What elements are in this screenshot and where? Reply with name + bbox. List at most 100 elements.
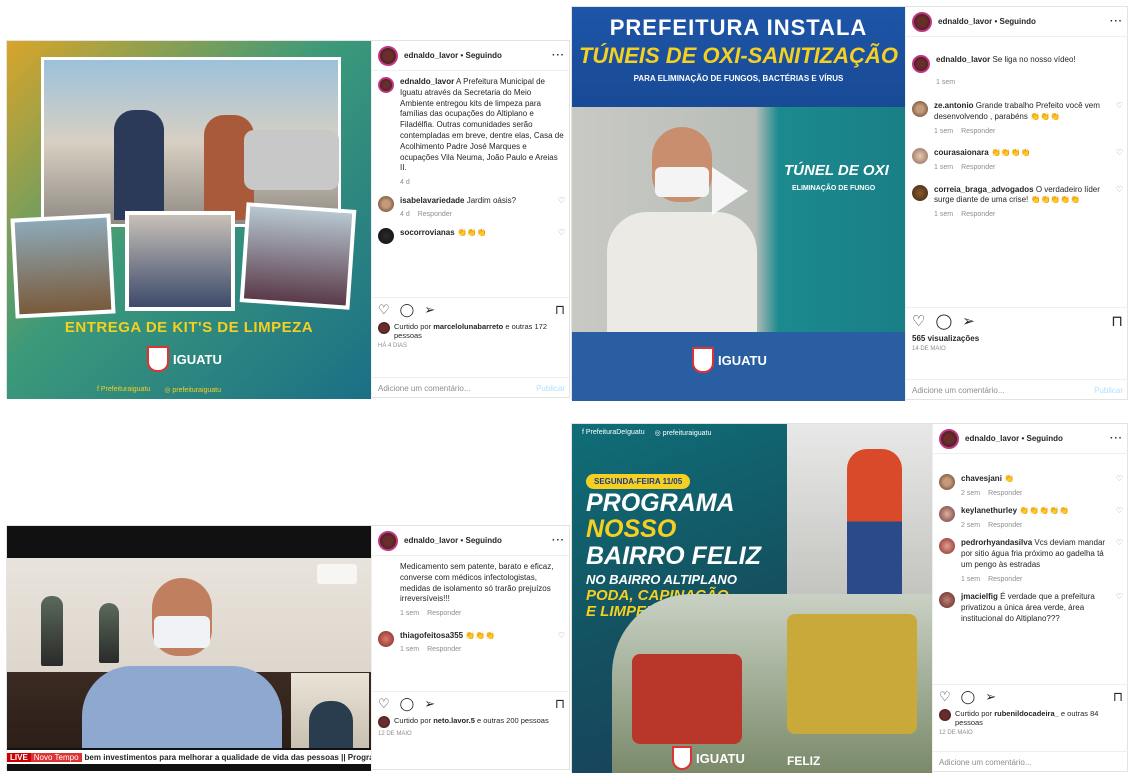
avatar[interactable] bbox=[912, 11, 932, 32]
more-options-icon[interactable]: ··· bbox=[1110, 433, 1123, 444]
post-sidebar-1: ednaldo_lavor • Seguindo ··· ednaldo_lav… bbox=[371, 41, 571, 399]
avatar[interactable] bbox=[939, 474, 955, 490]
post-video-tunnels[interactable]: PREFEITURA INSTALA TÚNEIS DE OXI-SANITIZ… bbox=[572, 7, 905, 401]
liked-user[interactable]: marcelolunabarreto bbox=[433, 322, 503, 331]
comment-username[interactable]: courasaionara bbox=[934, 148, 989, 157]
comment-username[interactable]: socorrovianas bbox=[400, 228, 455, 237]
heart-icon[interactable]: ♡ bbox=[1116, 474, 1123, 498]
comment-bubble-icon[interactable]: ◯ bbox=[935, 312, 952, 330]
post-image-bairro-feliz[interactable]: f PrefeituraDeIguatu ◎ prefeituraiguatu … bbox=[572, 424, 932, 773]
like-heart-icon[interactable]: ♡ bbox=[378, 302, 390, 318]
more-options-icon[interactable]: ··· bbox=[1110, 16, 1123, 27]
caption-username[interactable]: ednaldo_lavor bbox=[400, 77, 454, 86]
reply-button[interactable]: Responder bbox=[961, 128, 995, 135]
more-options-icon[interactable]: ··· bbox=[552, 50, 565, 61]
add-comment-input[interactable]: Adicione um comentário... bbox=[912, 386, 1005, 395]
comment-username[interactable]: chavesjani bbox=[961, 474, 1002, 483]
more-options-icon[interactable]: ··· bbox=[552, 535, 565, 546]
username[interactable]: ednaldo_lavor • Seguindo bbox=[938, 17, 1036, 26]
action-bar: ♡ ◯ ➢ ⊓ bbox=[372, 691, 571, 716]
username[interactable]: ednaldo_lavor • Seguindo bbox=[965, 434, 1063, 443]
avatar[interactable] bbox=[378, 322, 390, 334]
person-1 bbox=[114, 110, 164, 220]
liked-user[interactable]: rubenildocadeira_ bbox=[994, 709, 1059, 718]
avatar[interactable] bbox=[378, 45, 398, 66]
comment-bubble-icon[interactable]: ◯ bbox=[400, 696, 415, 712]
reply-button[interactable]: Responder bbox=[961, 164, 995, 171]
worker bbox=[847, 449, 902, 594]
comment-username[interactable]: ze.antonio bbox=[934, 101, 974, 110]
avatar[interactable] bbox=[378, 716, 390, 728]
caption-text: Medicamento sem patente, barato e eficaz… bbox=[400, 562, 554, 604]
heart-icon[interactable]: ♡ bbox=[558, 631, 565, 655]
share-icon[interactable]: ➢ bbox=[985, 689, 996, 705]
view-count[interactable]: 565 visualizações bbox=[906, 334, 1128, 343]
comment-username[interactable]: keylanethurley bbox=[961, 506, 1017, 515]
comment-item: jmacielfig É verdade que a prefeitura pr… bbox=[939, 592, 1123, 624]
heart-icon[interactable]: ♡ bbox=[558, 196, 565, 220]
avatar[interactable] bbox=[939, 709, 951, 721]
reply-button[interactable]: Responder bbox=[418, 211, 452, 218]
avatar[interactable] bbox=[939, 538, 955, 555]
avatar[interactable] bbox=[912, 55, 930, 73]
avatar[interactable] bbox=[378, 530, 398, 551]
like-heart-icon[interactable]: ♡ bbox=[939, 689, 951, 705]
avatar[interactable] bbox=[912, 184, 928, 201]
liked-rest[interactable]: e outras 200 pessoas bbox=[477, 716, 549, 725]
comment-bubble-icon[interactable]: ◯ bbox=[400, 302, 415, 318]
reply-button[interactable]: Responder bbox=[427, 610, 461, 617]
post-date: HÁ 4 DIAS bbox=[378, 343, 408, 349]
share-icon[interactable]: ➢ bbox=[962, 312, 975, 330]
like-heart-icon[interactable]: ♡ bbox=[912, 312, 925, 330]
bookmark-icon[interactable]: ⊓ bbox=[555, 302, 565, 318]
comment-username[interactable]: correia_braga_advogados bbox=[934, 185, 1034, 194]
avatar[interactable] bbox=[939, 592, 955, 609]
reply-button[interactable]: Responder bbox=[961, 211, 995, 218]
publish-button[interactable]: Publicar bbox=[536, 384, 565, 393]
heart-icon[interactable]: ♡ bbox=[1116, 592, 1123, 624]
share-icon[interactable]: ➢ bbox=[424, 302, 435, 318]
reply-button[interactable]: Responder bbox=[988, 576, 1022, 583]
add-comment-input[interactable]: Adicione um comentário... bbox=[939, 758, 1032, 767]
avatar[interactable] bbox=[378, 77, 394, 93]
publish-button[interactable]: Publicar bbox=[1094, 386, 1123, 395]
liked-user[interactable]: neto.lavor.5 bbox=[433, 716, 475, 725]
avatar[interactable] bbox=[912, 148, 928, 165]
post-video-live[interactable]: LIVE Novo Tempo bem investimentos para m… bbox=[7, 526, 371, 771]
title-line-3: BAIRRO FELIZ bbox=[586, 541, 761, 570]
bookmark-icon[interactable]: ⊓ bbox=[1111, 312, 1123, 330]
avatar[interactable] bbox=[378, 630, 394, 647]
comment-bubble-icon[interactable]: ◯ bbox=[961, 689, 976, 705]
reply-button[interactable]: Responder bbox=[427, 646, 461, 653]
bookmark-icon[interactable]: ⊓ bbox=[1113, 689, 1123, 705]
username[interactable]: ednaldo_lavor • Seguindo bbox=[404, 536, 502, 545]
live-scene bbox=[7, 558, 371, 748]
avatar[interactable] bbox=[378, 195, 394, 212]
caption-username[interactable]: ednaldo_lavor bbox=[936, 55, 990, 64]
tunnel-sign-sub: ELIMINAÇÃO DE FUNGO bbox=[792, 185, 876, 192]
avatar[interactable] bbox=[378, 227, 394, 244]
username[interactable]: ednaldo_lavor • Seguindo bbox=[404, 51, 502, 60]
logo-text: IGUATU bbox=[696, 750, 745, 766]
comment-username[interactable]: pedrorhyandasilva bbox=[961, 538, 1032, 547]
comment-username[interactable]: thiagofeitosa355 bbox=[400, 631, 463, 640]
heart-icon[interactable]: ♡ bbox=[1116, 506, 1123, 530]
like-heart-icon[interactable]: ♡ bbox=[378, 696, 390, 712]
avatar[interactable] bbox=[912, 101, 928, 118]
avatar[interactable] bbox=[939, 428, 959, 449]
heart-icon[interactable]: ♡ bbox=[1116, 148, 1123, 172]
avatar[interactable] bbox=[939, 506, 955, 523]
post-image-kits[interactable]: ENTREGA DE KIT'S DE LIMPEZA IGUATU f Pre… bbox=[7, 41, 371, 399]
reply-button[interactable]: Responder bbox=[988, 522, 1022, 529]
reply-button[interactable]: Responder bbox=[988, 490, 1022, 497]
heart-icon[interactable]: ♡ bbox=[1116, 185, 1123, 220]
play-icon[interactable] bbox=[712, 167, 748, 215]
add-comment-input[interactable]: Adicione um comentário... bbox=[378, 384, 471, 393]
share-icon[interactable]: ➢ bbox=[424, 696, 435, 712]
heart-icon[interactable]: ♡ bbox=[1116, 538, 1123, 584]
heart-icon[interactable]: ♡ bbox=[1116, 101, 1123, 136]
comment-username[interactable]: jmacielfig bbox=[961, 592, 998, 601]
comment-username[interactable]: isabelavariedade bbox=[400, 196, 464, 205]
bookmark-icon[interactable]: ⊓ bbox=[555, 696, 565, 712]
heart-icon[interactable]: ♡ bbox=[558, 228, 565, 244]
